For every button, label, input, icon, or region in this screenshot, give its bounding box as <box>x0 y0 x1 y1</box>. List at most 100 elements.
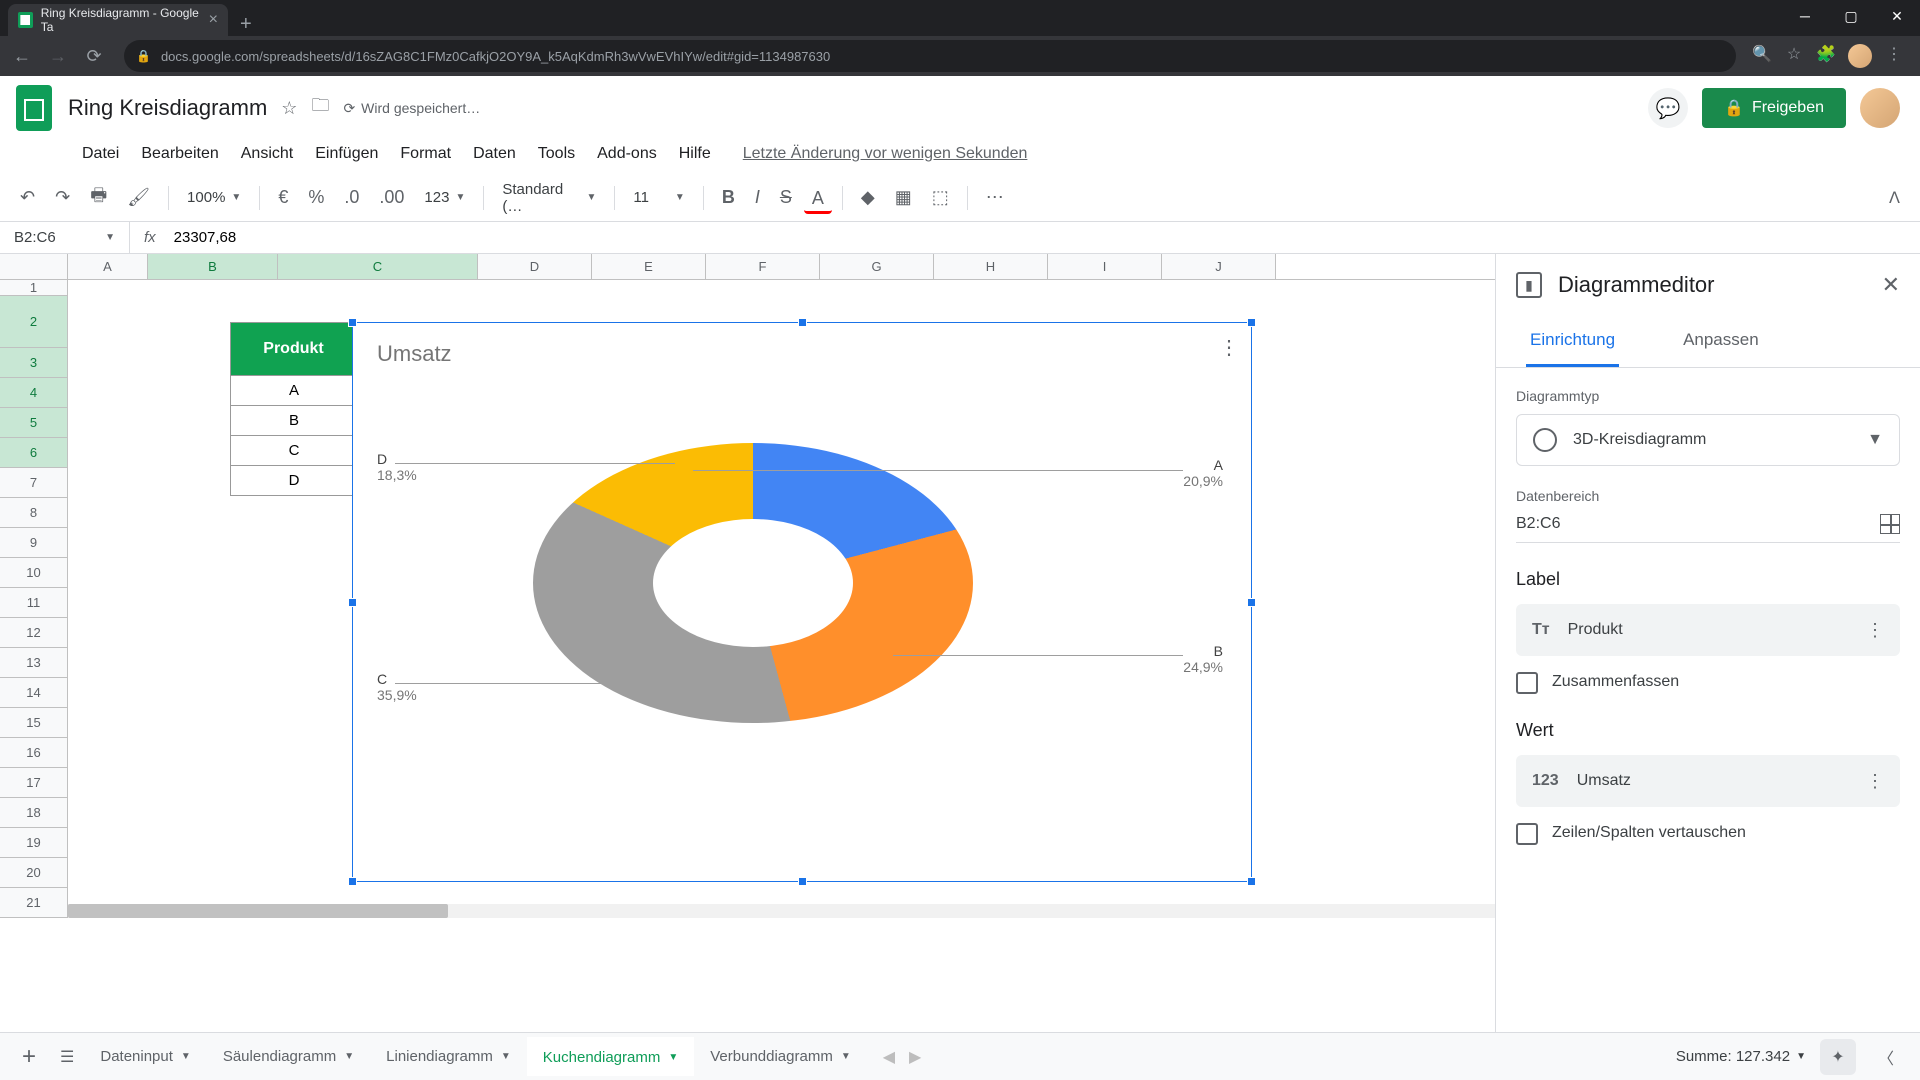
col-header-j[interactable]: J <box>1162 254 1276 279</box>
menu-addons[interactable]: Add-ons <box>587 141 667 167</box>
tab-customize[interactable]: Anpassen <box>1679 316 1763 367</box>
table-cell[interactable]: D <box>231 465 357 495</box>
label-field-chip[interactable]: Tᴛ Produkt ⋮ <box>1516 604 1900 656</box>
col-header-i[interactable]: I <box>1048 254 1162 279</box>
back-icon[interactable]: ← <box>8 42 36 70</box>
menu-insert[interactable]: Einfügen <box>305 141 388 167</box>
spreadsheet-grid[interactable]: A B C D E F G H I J 12345678910111213141… <box>0 254 1495 1032</box>
move-icon[interactable]: 🗀 <box>311 93 329 123</box>
decrease-decimal-icon[interactable]: .0 <box>336 181 367 214</box>
row-header[interactable]: 4 <box>0 378 68 408</box>
col-header-d[interactable]: D <box>478 254 592 279</box>
sum-display[interactable]: Summe: 127.342▼ <box>1676 1048 1806 1065</box>
row-header[interactable]: 1 <box>0 280 68 296</box>
chip-menu-icon[interactable]: ⋮ <box>1866 620 1884 641</box>
all-sheets-icon[interactable]: ☰ <box>50 1039 84 1075</box>
row-header[interactable]: 6 <box>0 438 68 468</box>
row-header[interactable]: 8 <box>0 498 68 528</box>
donut-chart[interactable] <box>523 423 983 793</box>
last-edit-link[interactable]: Letzte Änderung vor wenigen Sekunden <box>743 145 1028 163</box>
menu-data[interactable]: Daten <box>463 141 526 167</box>
menu-file[interactable]: Datei <box>72 141 129 167</box>
italic-icon[interactable]: I <box>747 181 768 214</box>
value-field-chip[interactable]: 123 Umsatz ⋮ <box>1516 755 1900 807</box>
menu-view[interactable]: Ansicht <box>231 141 303 167</box>
increase-decimal-icon[interactable]: .00 <box>371 181 412 214</box>
collapse-toolbar-icon[interactable]: ᐱ <box>1881 180 1908 216</box>
user-avatar[interactable] <box>1860 88 1900 128</box>
select-range-icon[interactable] <box>1880 514 1900 534</box>
sheet-tab[interactable]: Dateninput▼ <box>84 1038 206 1075</box>
collapse-sidebar-icon[interactable]: 〈 <box>1870 1037 1902 1077</box>
col-header-h[interactable]: H <box>934 254 1048 279</box>
sheet-nav-left-icon[interactable]: ◀ <box>877 1041 901 1073</box>
add-sheet-button[interactable]: + <box>8 1035 50 1079</box>
extensions-icon[interactable]: 🧩 <box>1816 44 1836 64</box>
zoom-icon[interactable]: 🔍 <box>1752 44 1772 64</box>
reload-icon[interactable]: ⟳ <box>80 42 108 70</box>
sheet-tab[interactable]: Verbunddiagramm▼ <box>694 1038 866 1075</box>
table-cell[interactable]: A <box>231 375 357 405</box>
col-header-c[interactable]: C <box>278 254 478 279</box>
merge-icon[interactable]: ⬚ <box>924 181 957 214</box>
currency-icon[interactable]: € <box>270 181 296 214</box>
col-header-b[interactable]: B <box>148 254 278 279</box>
row-header[interactable]: 11 <box>0 588 68 618</box>
horizontal-scrollbar[interactable] <box>68 904 1495 918</box>
menu-tools[interactable]: Tools <box>528 141 585 167</box>
row-header[interactable]: 15 <box>0 708 68 738</box>
minimize-icon[interactable]: ─ <box>1782 0 1828 32</box>
data-range-input[interactable] <box>1516 515 1880 533</box>
row-header[interactable]: 10 <box>0 558 68 588</box>
row-header[interactable]: 20 <box>0 858 68 888</box>
switch-rows-cols-checkbox[interactable] <box>1516 823 1538 845</box>
text-color-icon[interactable]: A <box>804 182 832 214</box>
tab-setup[interactable]: Einrichtung <box>1526 316 1619 367</box>
close-panel-icon[interactable]: ✕ <box>1882 272 1900 298</box>
sheet-nav-right-icon[interactable]: ▶ <box>903 1041 927 1073</box>
table-cell[interactable]: C <box>231 435 357 465</box>
menu-format[interactable]: Format <box>390 141 461 167</box>
forward-icon[interactable]: → <box>44 42 72 70</box>
more-toolbar-icon[interactable]: ⋯ <box>978 181 1012 214</box>
chart-object[interactable]: Umsatz ⋮ A20,9% <box>352 322 1252 882</box>
print-icon[interactable]: 🖶 <box>82 177 115 219</box>
bold-icon[interactable]: B <box>714 181 743 214</box>
maximize-icon[interactable]: ▢ <box>1828 0 1874 32</box>
table-cell[interactable]: B <box>231 405 357 435</box>
explore-icon[interactable]: ✦ <box>1820 1039 1856 1075</box>
font-select[interactable]: Standard (…▼ <box>494 177 604 219</box>
row-header[interactable]: 21 <box>0 888 68 918</box>
col-header-f[interactable]: F <box>706 254 820 279</box>
redo-icon[interactable]: ↷ <box>47 181 78 214</box>
formula-input[interactable] <box>170 225 1920 250</box>
comments-icon[interactable]: 💬 <box>1648 88 1688 128</box>
font-size-select[interactable]: 11▼ <box>625 185 692 210</box>
percent-icon[interactable]: % <box>300 181 332 214</box>
row-header[interactable]: 5 <box>0 408 68 438</box>
address-bar[interactable]: 🔒 docs.google.com/spreadsheets/d/16sZAG8… <box>124 40 1736 72</box>
strikethrough-icon[interactable]: S <box>772 181 800 214</box>
fill-color-icon[interactable]: ◆ <box>853 181 883 214</box>
col-header-g[interactable]: G <box>820 254 934 279</box>
number-format-select[interactable]: 123▼ <box>416 185 473 210</box>
row-header[interactable]: 2 <box>0 296 68 348</box>
row-header[interactable]: 16 <box>0 738 68 768</box>
close-tab-icon[interactable]: × <box>209 11 218 29</box>
chip-menu-icon[interactable]: ⋮ <box>1866 771 1884 792</box>
menu-help[interactable]: Hilfe <box>669 141 721 167</box>
star-icon[interactable]: ☆ <box>281 98 297 119</box>
borders-icon[interactable]: ▦ <box>887 181 920 214</box>
cell-reference[interactable]: B2:C6▼ <box>0 222 130 253</box>
browser-menu-icon[interactable]: ⋮ <box>1884 44 1904 64</box>
sheet-tab-active[interactable]: Kuchendiagramm▼ <box>527 1037 694 1076</box>
browser-tab[interactable]: Ring Kreisdiagramm - Google Ta × <box>8 4 228 36</box>
row-header[interactable]: 3 <box>0 348 68 378</box>
bookmark-icon[interactable]: ☆ <box>1784 44 1804 64</box>
row-header[interactable]: 12 <box>0 618 68 648</box>
row-header[interactable]: 14 <box>0 678 68 708</box>
undo-icon[interactable]: ↶ <box>12 181 43 214</box>
row-header[interactable]: 17 <box>0 768 68 798</box>
chart-menu-icon[interactable]: ⋮ <box>1219 335 1237 360</box>
close-window-icon[interactable]: ✕ <box>1874 0 1920 32</box>
